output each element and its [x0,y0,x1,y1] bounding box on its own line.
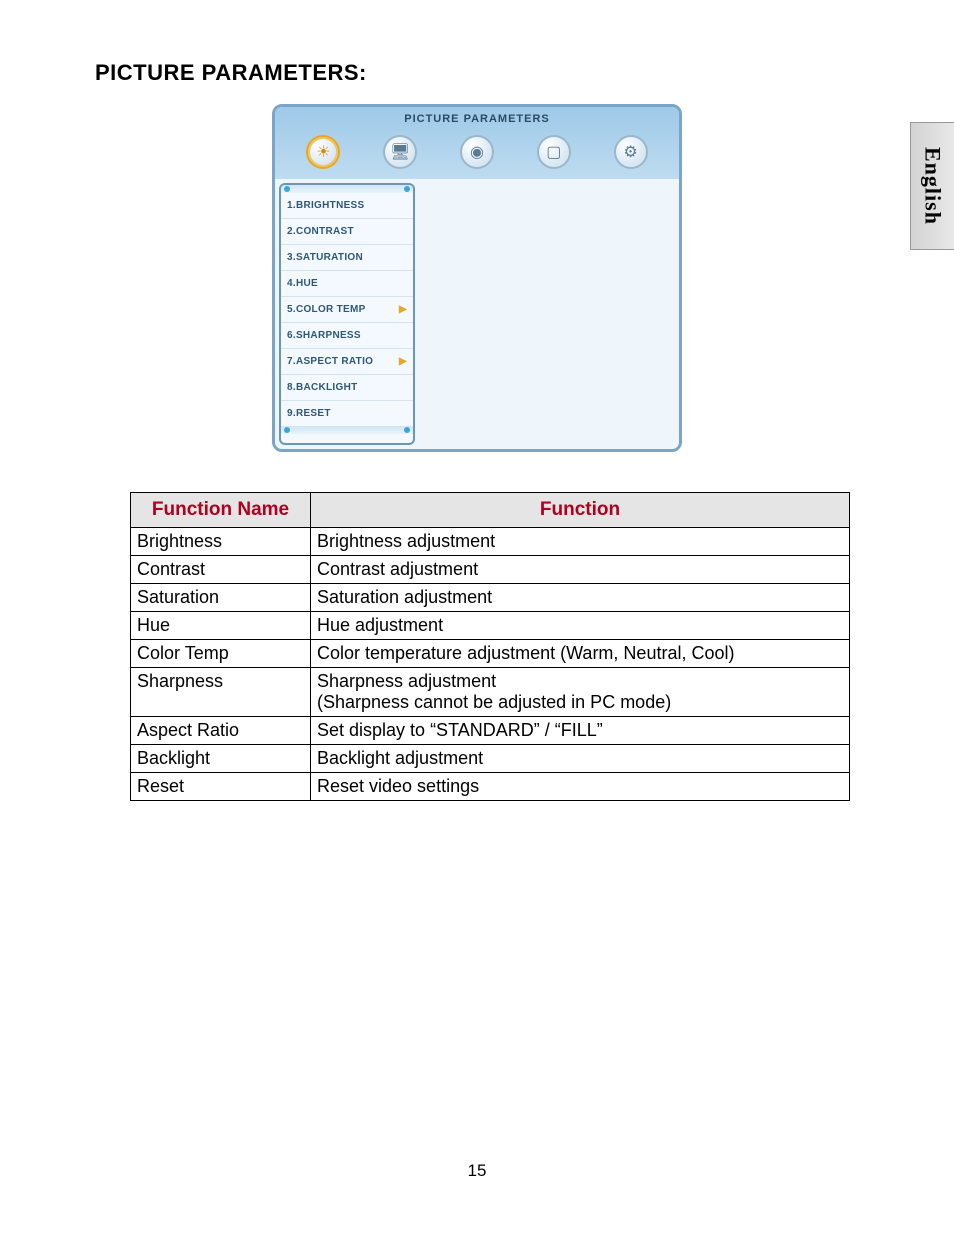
table-row: ResetReset video settings [131,773,850,801]
dot-icon [284,427,290,433]
osd-menu: 1.BRIGHTNESS 2.CONTRAST 3.SATURATION 4.HUE 5… [279,183,415,445]
osd-tab-row: ☀ 🖥 ◉ ▢ ⚙ [275,131,679,179]
table-cell-name: Contrast [131,556,311,584]
osd-menu-item[interactable]: 3.SATURATION [281,245,413,271]
table-cell-desc: Backlight adjustment [311,745,850,773]
osd-title: PICTURE PARAMETERS [275,111,679,131]
osd-menu-bottom-strip [281,426,413,434]
language-tab-label: English [920,147,946,225]
osd-menu-item-label: 3.SATURATION [287,252,363,263]
osd-menu-item-label: 4.HUE [287,278,318,289]
osd-menu-item-label: 8.BACKLIGHT [287,382,358,393]
table-cell-desc: Reset video settings [311,773,850,801]
osd-panel: PICTURE PARAMETERS ☀ 🖥 ◉ ▢ ⚙ 1.BRIGHTNESS 2.C… [272,104,682,452]
osd-header: PICTURE PARAMETERS ☀ 🖥 ◉ ▢ ⚙ [275,107,679,179]
osd-menu-item[interactable]: 7.ASPECT RATIO ▶ [281,349,413,375]
table-row: HueHue adjustment [131,612,850,640]
table-row: ContrastContrast adjustment [131,556,850,584]
table-cell-name: Backlight [131,745,311,773]
page-number: 15 [0,1161,954,1181]
table-header-name: Function Name [131,493,311,528]
table-cell-name: Brightness [131,528,311,556]
picture-icon[interactable]: ☀ [306,135,340,169]
submenu-arrow-icon: ▶ [399,356,407,367]
table-cell-desc: Color temperature adjustment (Warm, Neut… [311,640,850,668]
table-cell-name: Hue [131,612,311,640]
table-cell-name: Sharpness [131,668,311,717]
osd-menu-top-strip [281,185,413,193]
osd-menu-item[interactable]: 8.BACKLIGHT [281,375,413,401]
table-cell-desc: Contrast adjustment [311,556,850,584]
language-tab: English [910,122,954,250]
osd-menu-item[interactable]: 9.RESET [281,401,413,426]
table-cell-name: Color Temp [131,640,311,668]
osd-menu-item-label: 6.SHARPNESS [287,330,361,341]
osd-menu-item-label: 1.BRIGHTNESS [287,200,365,211]
pc-icon[interactable]: 🖥 [383,135,417,169]
submenu-arrow-icon: ▶ [399,304,407,315]
osd-menu-item-label: 9.RESET [287,408,331,419]
audio-icon[interactable]: ◉ [460,135,494,169]
osd-menu-item[interactable]: 2.CONTRAST [281,219,413,245]
function-table: Function Name Function BrightnessBrightn… [130,492,850,801]
table-cell-name: Saturation [131,584,311,612]
audio-icon-glyph: ◉ [470,142,484,162]
table-row: BacklightBacklight adjustment [131,745,850,773]
dot-icon [404,427,410,433]
osd-menu-item-label: 2.CONTRAST [287,226,354,237]
table-cell-desc: Hue adjustment [311,612,850,640]
section-heading: PICTURE PARAMETERS: [95,60,859,86]
table-cell-desc: Saturation adjustment [311,584,850,612]
screen-icon-glyph: ▢ [546,142,561,162]
dot-icon [404,186,410,192]
table-row: Aspect RatioSet display to “STANDARD” / … [131,717,850,745]
table-header-desc: Function [311,493,850,528]
table-cell-desc: Set display to “STANDARD” / “FILL” [311,717,850,745]
pc-icon-glyph: 🖥 [390,142,410,162]
screen-icon[interactable]: ▢ [537,135,571,169]
table-row: SharpnessSharpness adjustment (Sharpness… [131,668,850,717]
osd-menu-item[interactable]: 6.SHARPNESS [281,323,413,349]
dot-icon [284,186,290,192]
table-cell-name: Reset [131,773,311,801]
osd-menu-item[interactable]: 1.BRIGHTNESS [281,193,413,219]
table-row: SaturationSaturation adjustment [131,584,850,612]
setup-icon-glyph: ⚙ [623,142,637,162]
osd-body: 1.BRIGHTNESS 2.CONTRAST 3.SATURATION 4.HUE 5… [275,179,679,449]
osd-menu-item[interactable]: 5.COLOR TEMP ▶ [281,297,413,323]
osd-content-area [415,179,679,449]
osd-menu-item-label: 7.ASPECT RATIO [287,356,373,367]
table-cell-desc: Brightness adjustment [311,528,850,556]
table-row: BrightnessBrightness adjustment [131,528,850,556]
picture-icon-glyph: ☀ [316,142,330,162]
table-row: Color TempColor temperature adjustment (… [131,640,850,668]
osd-menu-item[interactable]: 4.HUE [281,271,413,297]
setup-icon[interactable]: ⚙ [614,135,648,169]
osd-menu-item-label: 5.COLOR TEMP [287,304,366,315]
table-cell-name: Aspect Ratio [131,717,311,745]
table-cell-desc: Sharpness adjustment (Sharpness cannot b… [311,668,850,717]
